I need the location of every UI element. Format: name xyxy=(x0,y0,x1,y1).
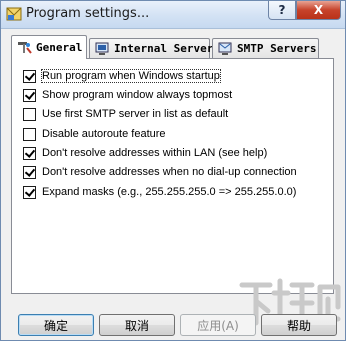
app-icon xyxy=(6,7,22,21)
option-run-at-startup[interactable]: Run program when Windows startup xyxy=(23,67,221,85)
checkbox[interactable] xyxy=(23,127,36,141)
apply-button[interactable]: 应用(A) xyxy=(180,314,256,336)
tab-label: SMTP Servers xyxy=(237,42,317,55)
ok-button[interactable]: 确定 xyxy=(18,314,94,336)
option-no-resolve-dialup[interactable]: Don't resolve addresses when no dial-up … xyxy=(23,163,297,181)
help-icon: ? xyxy=(278,3,286,17)
button-row: 确定 取消 应用(A) 帮助 xyxy=(1,314,346,338)
option-no-resolve-lan[interactable]: Don't resolve addresses within LAN (see … xyxy=(23,144,267,162)
close-icon: X xyxy=(313,3,324,17)
option-label: Use first SMTP server in list as default xyxy=(42,108,229,120)
tab-smtp-servers[interactable]: SMTP Servers xyxy=(212,38,319,58)
server-icon xyxy=(95,42,109,55)
title-bar[interactable]: Program settings... ? X xyxy=(1,1,345,29)
option-first-smtp-default[interactable]: Use first SMTP server in list as default xyxy=(23,105,228,123)
cancel-button[interactable]: 取消 xyxy=(99,314,175,336)
tab-general[interactable]: General xyxy=(11,35,87,59)
option-label: Don't resolve addresses within LAN (see … xyxy=(42,147,268,159)
checkbox[interactable] xyxy=(23,146,36,160)
option-expand-masks[interactable]: Expand masks (e.g., 255.255.255.0 => 255… xyxy=(23,183,296,201)
checkbox[interactable] xyxy=(23,185,36,199)
tab-label: General xyxy=(36,41,83,54)
option-label: Run program when Windows startup xyxy=(41,69,221,83)
title-close-button[interactable]: X xyxy=(296,1,341,20)
tab-label: Internal Server xyxy=(114,42,214,55)
option-label: Don't resolve addresses when no dial-up … xyxy=(42,166,297,178)
mail-server-icon xyxy=(218,42,232,55)
option-label: Show program window always topmost xyxy=(42,89,233,101)
tools-icon xyxy=(18,42,32,54)
checkbox[interactable] xyxy=(23,165,36,179)
settings-dialog: Program settings... ? X General Internal… xyxy=(0,0,346,341)
tab-internal-server[interactable]: Internal Server xyxy=(89,38,214,58)
window-title: Program settings... xyxy=(26,6,150,21)
general-panel: Run program when Windows startup Show pr… xyxy=(11,58,334,294)
option-disable-autoroute[interactable]: Disable autoroute feature xyxy=(23,125,166,143)
checkbox[interactable] xyxy=(23,69,36,83)
checkbox[interactable] xyxy=(23,107,36,121)
checkbox[interactable] xyxy=(23,88,36,102)
option-label: Disable autoroute feature xyxy=(42,128,166,140)
option-label: Expand masks (e.g., 255.255.255.0 => 255… xyxy=(42,186,297,198)
option-always-topmost[interactable]: Show program window always topmost xyxy=(23,86,232,104)
help-button[interactable]: 帮助 xyxy=(261,314,337,336)
title-help-button[interactable]: ? xyxy=(268,1,296,20)
